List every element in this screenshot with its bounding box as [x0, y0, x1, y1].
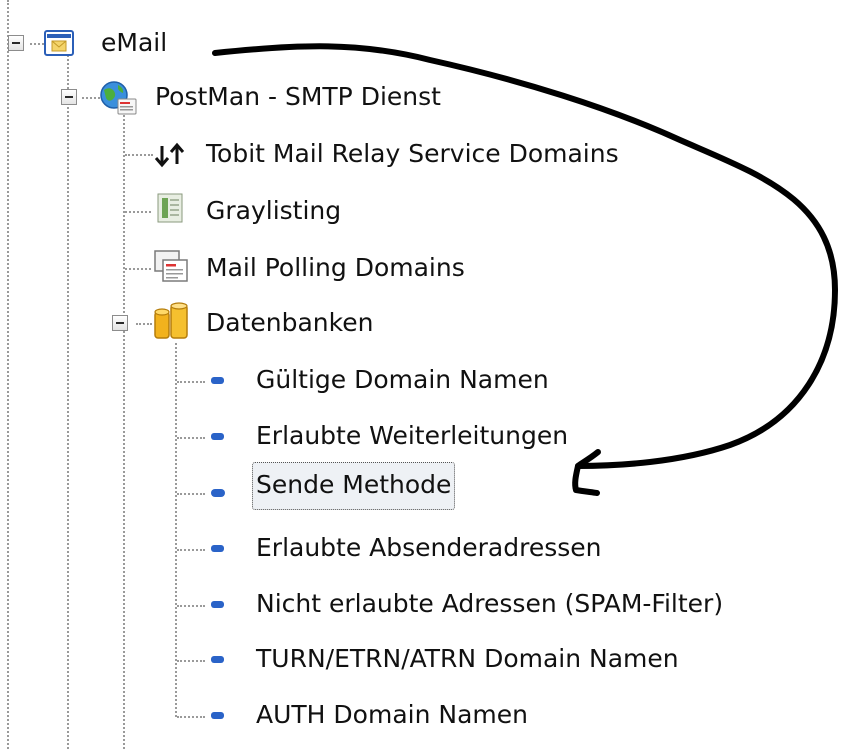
collapse-toggle-email[interactable] [8, 35, 24, 51]
collapse-toggle-datenbanken[interactable] [112, 315, 128, 331]
tree-connector [123, 112, 125, 749]
tree-connector [125, 268, 151, 270]
tree-connector [177, 437, 205, 439]
tree-view: eMail PostMan - SMTP Dienst Tobit Mail R… [0, 0, 846, 749]
tree-node-erlaubte-weiterleitungen[interactable]: Erlaubte Weiterleitungen [253, 420, 571, 452]
tree-node-relay-domains[interactable]: Tobit Mail Relay Service Domains [203, 138, 622, 170]
mail-polling-icon [153, 249, 189, 287]
tree-connector [177, 660, 205, 662]
tree-node-turn-etrn-atrn[interactable]: TURN/ETRN/ATRN Domain Namen [253, 643, 682, 675]
relay-arrows-icon [153, 142, 187, 172]
tree-node-erlaubte-absenderadressen[interactable]: Erlaubte Absenderadressen [253, 532, 605, 564]
tree-connector [136, 323, 152, 325]
tree-node-email[interactable]: eMail [98, 27, 170, 59]
graylisting-icon [157, 193, 183, 227]
dash-icon [211, 489, 225, 497]
tree-connector [125, 211, 151, 213]
collapse-toggle-postman[interactable] [61, 89, 77, 105]
envelope-folder-icon [44, 29, 74, 61]
tree-node-postman[interactable]: PostMan - SMTP Dienst [152, 81, 444, 113]
dash-icon [211, 601, 224, 608]
tree-connector [7, 0, 9, 749]
tree-connector [67, 52, 69, 749]
tree-connector [125, 154, 153, 156]
tree-connector [177, 381, 205, 383]
tree-node-sende-methode-selected[interactable]: Sende Methode [252, 462, 456, 510]
globe-mail-icon [98, 80, 138, 120]
dash-icon [211, 377, 224, 384]
tree-connector [30, 43, 44, 45]
database-icon [152, 302, 192, 346]
dash-icon [211, 545, 224, 552]
dash-icon [211, 712, 224, 719]
tree-node-mail-polling[interactable]: Mail Polling Domains [203, 252, 468, 284]
tree-node-gueltige-domain-namen[interactable]: Gültige Domain Namen [253, 364, 552, 396]
tree-connector [177, 716, 205, 718]
tree-node-nicht-erlaubte-adressen[interactable]: Nicht erlaubte Adressen (SPAM-Filter) [253, 588, 726, 620]
dash-icon [211, 656, 224, 663]
tree-connector [177, 549, 205, 551]
tree-node-graylisting[interactable]: Graylisting [203, 195, 344, 227]
dash-icon [211, 433, 224, 440]
tree-node-auth-domain-namen[interactable]: AUTH Domain Namen [253, 699, 531, 731]
tree-connector [177, 493, 205, 495]
tree-node-datenbanken[interactable]: Datenbanken [203, 307, 376, 339]
tree-connector [177, 605, 205, 607]
